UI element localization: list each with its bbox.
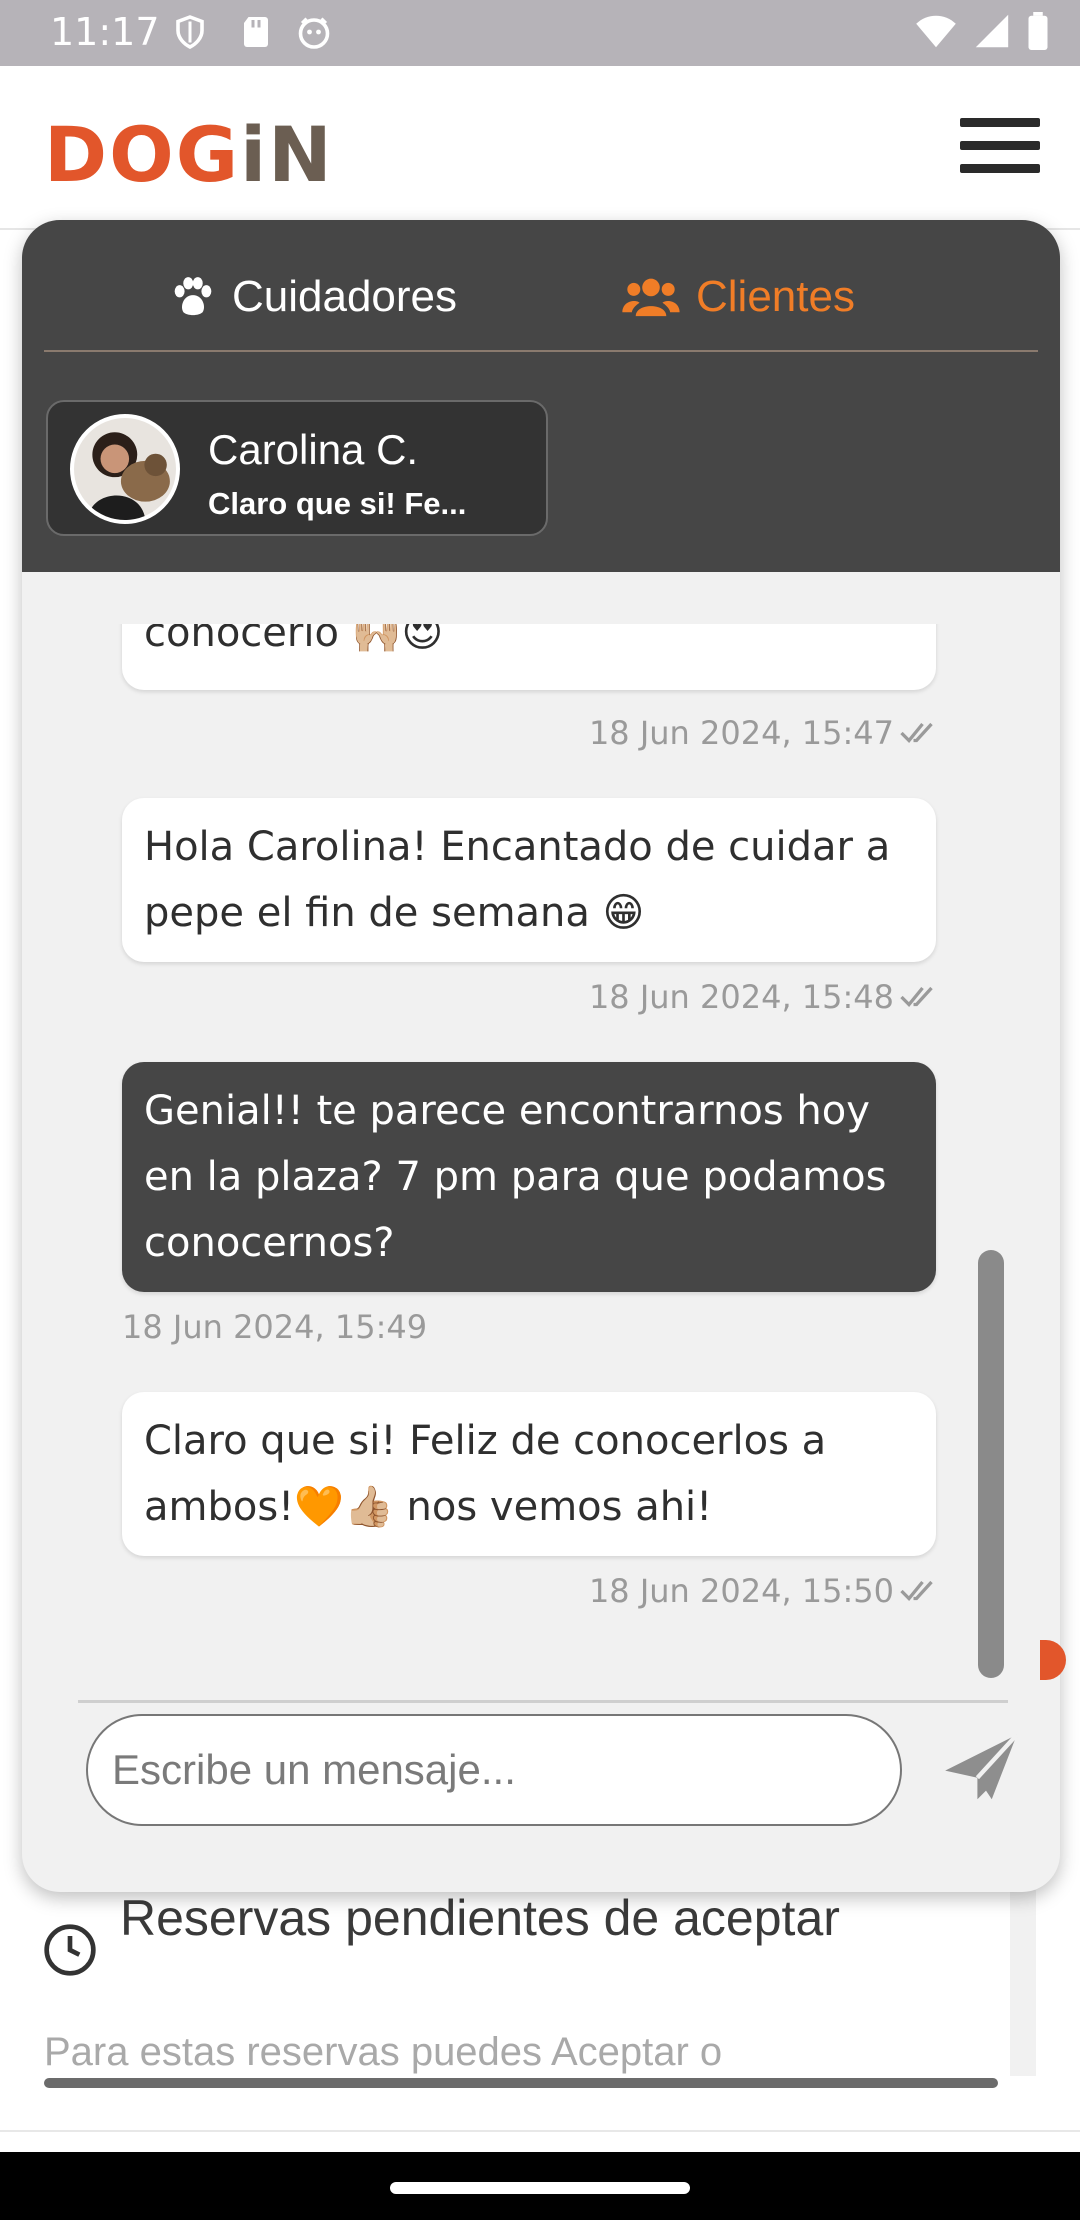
input-divider — [78, 1700, 1008, 1703]
message-text: Claro que si! Feliz de conocerlos a ambo… — [144, 1418, 827, 1530]
tab-clientes[interactable]: Clientes — [622, 272, 855, 322]
status-bar: 11:17 — [0, 0, 1080, 66]
message-text: Genial!! te parece encontrarnos hoy en l… — [144, 1088, 887, 1266]
chat-header: Cuidadores Clientes Carolina C. Claro qu… — [22, 220, 1060, 572]
message-text: Hola Carolina! Encantado de cuidar a pep… — [144, 824, 891, 936]
tab-cuidadores-label: Cuidadores — [232, 272, 458, 321]
tab-cuidadores[interactable]: Cuidadores — [170, 272, 457, 322]
contact-card[interactable]: Carolina C. Claro que si! Fe... — [46, 400, 548, 536]
shield-icon — [176, 15, 204, 50]
app-header: DOGiN — [0, 66, 1080, 230]
divider — [0, 2130, 1080, 2132]
dogin-logo[interactable]: DOGiN — [44, 110, 334, 199]
battery-icon — [1028, 12, 1048, 50]
message-bubble: Claro que si! Feliz de conocerlos a ambo… — [122, 1392, 936, 1556]
avatar-image — [74, 418, 176, 520]
wifi-icon — [916, 15, 956, 48]
message-timestamp: 18 Jun 2024, 15:48 — [589, 978, 936, 1016]
message-text: conocerlo 🙌🏼😍 — [144, 624, 444, 656]
menu-icon[interactable] — [960, 118, 1040, 178]
section-subtitle: Para estas reservas puedes Aceptar o — [44, 2030, 723, 2074]
signal-icon — [975, 14, 1009, 48]
message-timestamp: 18 Jun 2024, 15:50 — [589, 1572, 936, 1610]
sd-card-icon — [244, 17, 268, 47]
message-timestamp: 18 Jun 2024, 15:47 — [589, 714, 936, 752]
double-check-icon — [900, 1580, 933, 1601]
chat-scrollbar-thumb[interactable] — [978, 1250, 1004, 1678]
page-scroll-track — [1010, 1890, 1036, 2076]
tab-clientes-label: Clientes — [696, 272, 855, 321]
message-input[interactable] — [86, 1714, 902, 1826]
home-gesture-bar[interactable] — [390, 2182, 690, 2194]
horizontal-scrollbar[interactable] — [44, 2078, 998, 2088]
status-time: 11:17 — [50, 10, 160, 54]
double-check-icon — [900, 986, 933, 1007]
app-notification-icon — [298, 17, 330, 49]
chat-panel: Cuidadores Clientes Carolina C. Claro qu… — [22, 220, 1060, 1892]
section-title: Reservas pendientes de aceptar — [120, 1890, 840, 1946]
message-list[interactable]: conocerlo 🙌🏼😍 18 Jun 2024, 15:47 Hola Ca… — [22, 624, 1060, 1728]
paw-icon — [174, 277, 212, 316]
status-right-icons — [914, 12, 1050, 50]
users-icon — [622, 278, 680, 317]
avatar — [70, 414, 180, 524]
clock-icon — [44, 1924, 96, 1976]
send-icon[interactable] — [938, 1724, 1024, 1810]
tab-divider — [44, 350, 1038, 352]
message-bubble-sent: Genial!! te parece encontrarnos hoy en l… — [122, 1062, 936, 1292]
message-bubble: Hola Carolina! Encantado de cuidar a pep… — [122, 798, 936, 962]
contact-name: Carolina C. — [208, 426, 419, 473]
contact-last-message: Claro que si! Fe... — [208, 486, 467, 521]
message-bubble: conocerlo 🙌🏼😍 — [122, 624, 936, 690]
floating-action-edge[interactable] — [1040, 1640, 1066, 1680]
message-timestamp: 18 Jun 2024, 15:49 — [122, 1308, 428, 1346]
double-check-icon — [900, 722, 933, 743]
